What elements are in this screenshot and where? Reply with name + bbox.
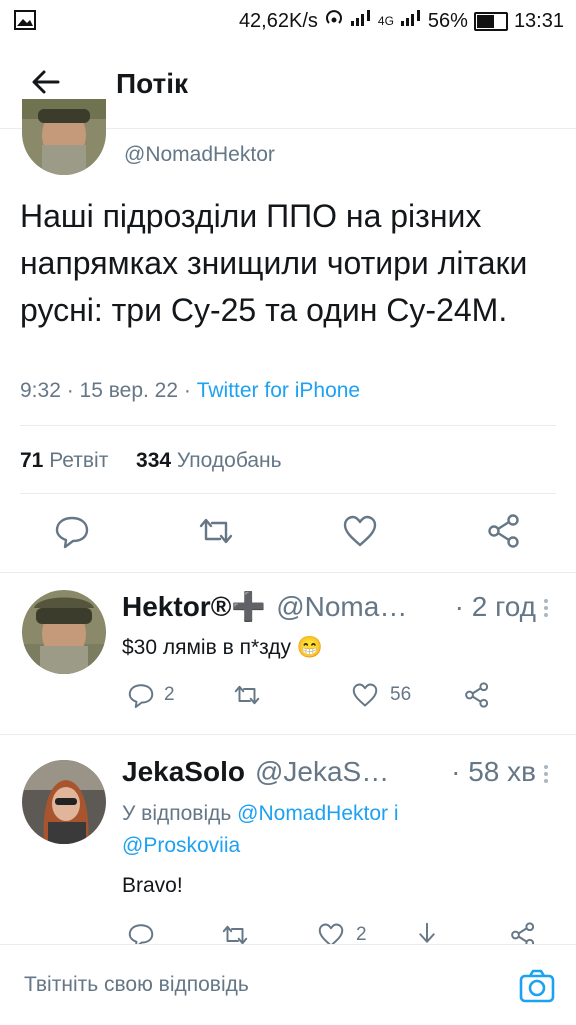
share-icon[interactable] [484,511,524,551]
tweet-source-link[interactable]: Twitter for iPhone [197,379,360,402]
author-avatar[interactable] [22,99,106,175]
like-count: 56 [390,684,412,705]
clock: 13:31 [513,9,564,32]
replying-and: і [388,802,399,825]
mention-link[interactable]: @Proskoviia [122,834,240,857]
replying-to: У відповідь @NomadHektor і @Proskoviia [122,798,502,862]
status-bar: 42,62K/s 4G 56% 13:31 [0,0,576,40]
author-handle[interactable]: @NomadHektor [124,143,275,167]
back-arrow-icon[interactable] [28,64,68,104]
avatar[interactable] [22,760,106,844]
replying-prefix: У відповідь [122,802,238,825]
reply-icon[interactable] [126,680,156,710]
reply-author-handle[interactable]: @NomadHektor [276,591,416,623]
reply-time: · 2 год [454,591,536,622]
likes-label[interactable]: Уподобань [177,449,282,472]
reply-input[interactable]: Твітніть свою відповідь [24,973,249,997]
image-notification-icon [14,10,36,36]
retweets-count[interactable]: 71 [20,449,43,472]
reply-count: 2 [164,684,175,705]
retweets-label[interactable]: Ретвіт [49,449,108,472]
page-title: Потік [116,68,189,99]
camera-icon[interactable] [518,967,556,1005]
network-speed: 42,62K/s [238,9,318,32]
reply-text: $30 лямів в п*зду 😁 [122,636,324,659]
like-count: 2 [356,924,367,945]
like-heart-icon[interactable] [340,511,380,551]
divider [0,572,576,573]
retweet-icon[interactable] [196,511,236,551]
mention-link[interactable]: @NomadHektor [237,802,388,825]
battery-percent: 56% [427,9,468,32]
tweet-meta: 9:32 · 15 вер. 22 · Twitter for iPhone [20,379,360,403]
divider [20,425,556,426]
tweet-stats: 71 Ретвіт 334 Уподобань [20,449,282,473]
tweet-text: Наші підрозділи ППО на різних напрямках … [20,198,528,328]
reply-icon[interactable] [52,511,92,551]
more-options-icon[interactable] [542,762,550,788]
battery-icon [473,11,508,31]
network-type: 4G [377,14,394,28]
reply-text: Bravo! [122,874,183,897]
divider [0,734,576,735]
hotspot-icon [324,8,344,34]
share-icon[interactable] [462,680,492,710]
divider [20,493,556,494]
likes-count[interactable]: 334 [136,449,171,472]
reply-author-handle[interactable]: @JekaSolo [255,756,395,788]
reply-time: · 58 хв [451,756,536,787]
retweet-icon[interactable] [232,680,262,710]
reply-composer[interactable]: Твітніть свою відповідь [0,944,576,1025]
signal-icon [350,9,372,33]
like-heart-icon[interactable] [350,680,380,710]
signal-icon-2 [400,9,422,33]
reply-author-name[interactable]: Hektor®➕ [122,590,266,623]
reply-author-name[interactable]: JekaSolo [122,756,245,788]
tweet-timestamp: 9:32 · 15 вер. 22 · [20,379,197,402]
tweet-actions [0,511,576,561]
avatar[interactable] [22,590,106,674]
reply-actions: 2 56 [122,680,542,716]
more-options-icon[interactable] [542,596,550,622]
